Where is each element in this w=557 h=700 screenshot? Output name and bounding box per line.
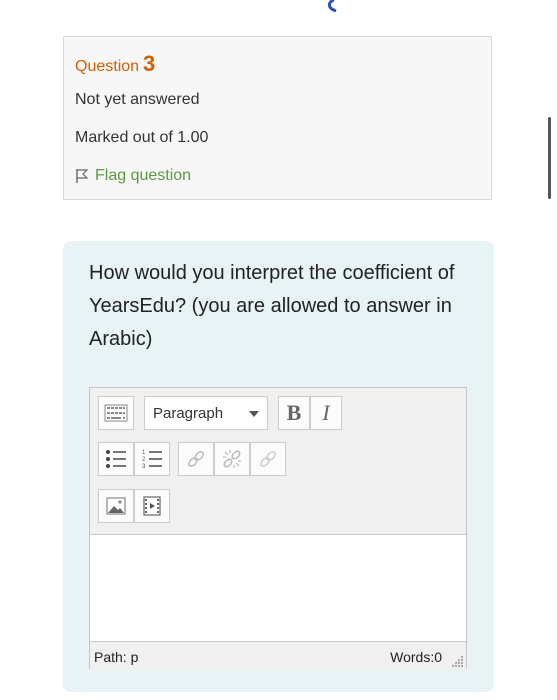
question-title: Question 3 bbox=[75, 51, 155, 77]
element-path: Path: p bbox=[94, 649, 139, 665]
question-content-panel: How would you interpret the coefficient … bbox=[63, 241, 494, 692]
dropdown-caret-icon bbox=[249, 411, 259, 417]
editor-statusbar: Path: p Words:0 bbox=[90, 641, 466, 670]
numbered-list-icon: 1 2 3 bbox=[142, 450, 162, 470]
link-icon bbox=[188, 451, 204, 467]
answer-text-area[interactable] bbox=[90, 535, 466, 641]
resize-handle-icon[interactable] bbox=[450, 654, 464, 668]
toolbar-toggle-button[interactable] bbox=[98, 396, 134, 430]
paragraph-format-value: Paragraph bbox=[153, 404, 224, 422]
question-info-box: Question 3 Not yet answered Marked out of… bbox=[63, 36, 492, 200]
question-text: How would you interpret the coefficient … bbox=[89, 262, 455, 350]
toolbar-toggle-icon bbox=[104, 404, 128, 422]
scroll-indicator[interactable] bbox=[548, 117, 551, 199]
bold-button[interactable]: B bbox=[278, 396, 310, 430]
bullet-list-button[interactable] bbox=[98, 442, 134, 476]
image-icon bbox=[106, 497, 126, 515]
paragraph-format-select[interactable]: Paragraph bbox=[144, 396, 268, 430]
question-state: Not yet answered bbox=[75, 91, 200, 108]
flag-icon bbox=[76, 169, 89, 183]
unlink-icon bbox=[223, 450, 241, 468]
answer-editor: Paragraph B I 1 2 3 Path: p Words:0 bbox=[89, 387, 467, 670]
flag-question-label: Flag question bbox=[95, 167, 192, 184]
anchor-link-icon bbox=[260, 451, 276, 467]
link-button[interactable] bbox=[178, 442, 214, 476]
svg-text:2: 2 bbox=[142, 457, 146, 463]
numbered-list-button[interactable]: 1 2 3 bbox=[134, 442, 170, 476]
flag-question-link[interactable]: Flag question bbox=[75, 167, 191, 185]
question-number: 3 bbox=[143, 51, 156, 76]
insert-image-button[interactable] bbox=[98, 489, 134, 523]
svg-text:3: 3 bbox=[142, 464, 146, 470]
question-grade: Marked out of 1.00 bbox=[75, 129, 209, 146]
question-label: Question bbox=[75, 58, 140, 75]
editor-toolbar: Paragraph B I 1 2 3 bbox=[90, 388, 466, 535]
svg-text:1: 1 bbox=[142, 450, 146, 456]
italic-button[interactable]: I bbox=[310, 396, 342, 430]
top-partial-mark bbox=[327, 0, 337, 12]
anchor-link-button[interactable] bbox=[250, 442, 286, 476]
word-count: Words:0 bbox=[390, 649, 442, 665]
media-icon bbox=[143, 496, 161, 516]
unlink-button[interactable] bbox=[214, 442, 250, 476]
bullet-list-icon bbox=[106, 450, 126, 468]
insert-media-button[interactable] bbox=[134, 489, 170, 523]
